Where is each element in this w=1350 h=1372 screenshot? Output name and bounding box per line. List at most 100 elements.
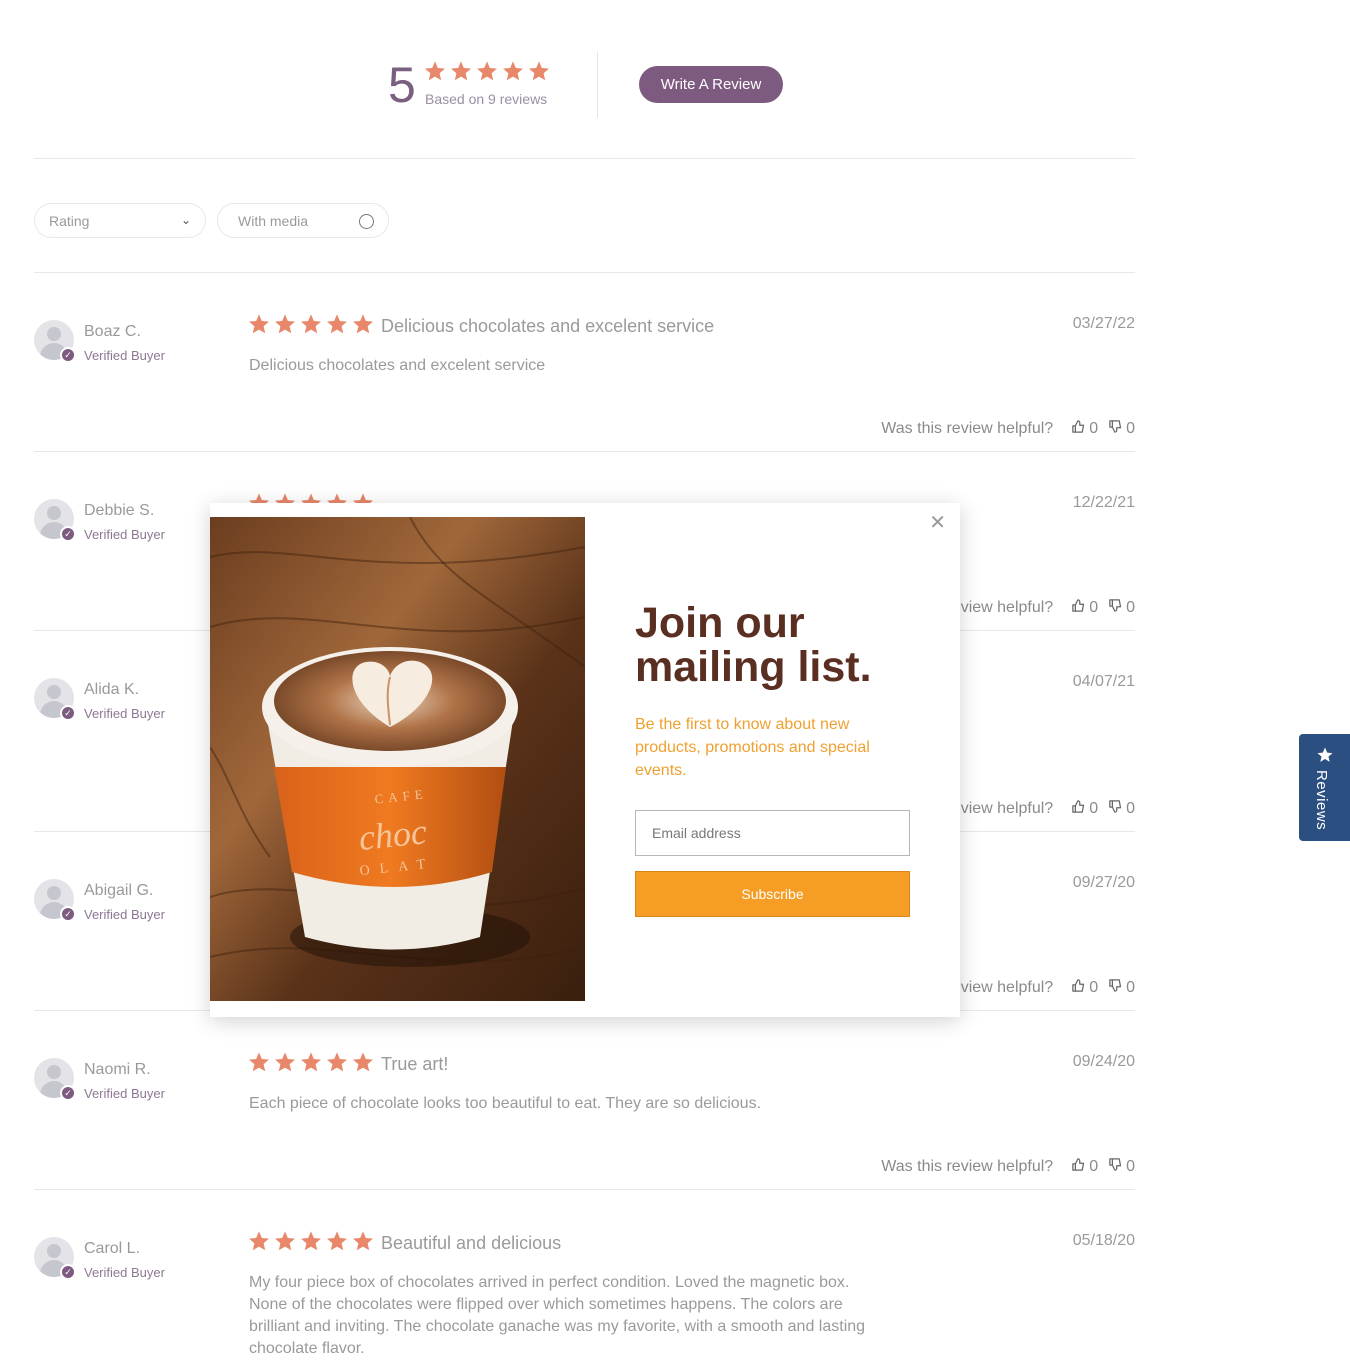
reviewer-name: Alida K. <box>84 681 140 698</box>
verified-check-icon: ✓ <box>60 705 76 721</box>
thumbs-up-icon <box>1071 419 1086 439</box>
summary-stars <box>424 60 550 87</box>
star-icon <box>528 60 550 87</box>
reviewer-name: Debbie S. <box>84 502 155 519</box>
star-icon <box>326 1051 348 1078</box>
star-icon <box>248 1230 270 1257</box>
review-count: Based on 9 reviews <box>425 91 548 107</box>
thumbs-down-button[interactable]: 0 <box>1108 598 1135 618</box>
review-date: 12/22/21 <box>1072 494 1135 511</box>
email-field[interactable] <box>635 810 910 856</box>
verified-buyer-label: Verified Buyer <box>84 907 165 922</box>
reviewer-name: Carol L. <box>84 1240 141 1257</box>
verified-buyer-label: Verified Buyer <box>84 527 165 542</box>
close-icon[interactable]: ✕ <box>929 513 946 533</box>
thumbs-up-icon <box>1071 799 1086 819</box>
thumbs-up-button[interactable]: 0 <box>1071 598 1098 618</box>
with-media-label: With media <box>238 212 309 229</box>
star-icon <box>1316 746 1334 769</box>
verified-check-icon: ✓ <box>60 526 76 542</box>
thumbs-up-icon <box>1071 598 1086 618</box>
thumbs-down-button[interactable]: 0 <box>1108 799 1135 819</box>
thumbs-down-icon <box>1108 1157 1123 1177</box>
thumbs-up-count: 0 <box>1089 420 1099 437</box>
helpful-vote: Was this review helpful? 0 0 <box>881 419 1135 439</box>
verified-check-icon: ✓ <box>60 906 76 922</box>
subscribe-button[interactable]: Subscribe <box>635 871 910 917</box>
thumbs-down-button[interactable]: 0 <box>1108 1157 1135 1177</box>
helpful-vote: Was this review helpful? 0 0 <box>881 1157 1135 1177</box>
review-stars <box>248 1051 374 1078</box>
verified-buyer-label: Verified Buyer <box>84 706 165 721</box>
mailing-list-popup: CAFE choc OLAT ✕ Join our mailing list. … <box>210 503 960 1017</box>
thumbs-up-button[interactable]: 0 <box>1071 799 1098 819</box>
star-icon <box>326 1230 348 1257</box>
helpful-question: Was this review helpful? <box>881 420 1054 437</box>
thumbs-down-button[interactable]: 0 <box>1108 978 1135 998</box>
thumbs-up-count: 0 <box>1089 1158 1099 1175</box>
thumbs-up-button[interactable]: 0 <box>1071 419 1098 439</box>
review-body: My four piece box of chocolates arrived … <box>249 1274 866 1357</box>
star-icon <box>476 60 498 87</box>
thumbs-down-count: 0 <box>1126 979 1135 996</box>
popup-subtitle: Be the first to know about new products,… <box>635 716 870 779</box>
verified-buyer-label: Verified Buyer <box>84 1086 165 1101</box>
helpful-question: Was this review helpful? <box>881 1158 1054 1175</box>
review-title: Delicious chocolates and excelent servic… <box>381 316 715 336</box>
review-separator <box>34 1189 1135 1190</box>
reviews-side-tab[interactable]: Reviews <box>1299 734 1350 841</box>
review-stars <box>248 313 374 340</box>
cup-choc-text: choc <box>357 811 429 858</box>
thumbs-up-icon <box>1071 1157 1086 1177</box>
star-icon <box>502 60 524 87</box>
review-date: 03/27/22 <box>1072 315 1135 332</box>
rating-filter-label: Rating <box>49 212 90 229</box>
filters-separator <box>34 272 1135 273</box>
summary-divider <box>597 52 598 118</box>
review-body: Delicious chocolates and excelent servic… <box>249 357 546 374</box>
write-review-button[interactable]: Write A Review <box>639 66 783 103</box>
with-media-filter[interactable]: With media <box>217 203 389 238</box>
thumbs-up-icon <box>1071 978 1086 998</box>
thumbs-down-icon <box>1108 419 1123 439</box>
thumbs-down-count: 0 <box>1126 1158 1135 1175</box>
reviewer-name: Naomi R. <box>84 1061 151 1078</box>
star-icon <box>248 1051 270 1078</box>
thumbs-up-button[interactable]: 0 <box>1071 1157 1098 1177</box>
reviews-summary: 5 Based on 9 reviews Write A Review <box>0 0 1350 160</box>
verified-buyer-label: Verified Buyer <box>84 348 165 363</box>
summary-separator <box>34 158 1135 159</box>
thumbs-down-button[interactable]: 0 <box>1108 419 1135 439</box>
coffee-cup-image: CAFE choc OLAT <box>210 517 585 1001</box>
thumbs-down-count: 0 <box>1126 599 1135 616</box>
star-icon <box>274 1230 296 1257</box>
review-separator <box>34 451 1135 452</box>
star-icon <box>352 1051 374 1078</box>
reviews-tab-label: Reviews <box>1313 770 1330 831</box>
star-icon <box>248 313 270 340</box>
review-date: 09/27/20 <box>1072 874 1135 891</box>
popup-title: Join our mailing list. <box>635 599 872 691</box>
rating-filter[interactable]: Rating ⌄ <box>34 203 206 238</box>
review-title: True art! <box>381 1054 449 1074</box>
thumbs-down-count: 0 <box>1126 420 1135 437</box>
star-icon <box>352 1230 374 1257</box>
review-title: Beautiful and delicious <box>381 1233 562 1253</box>
star-icon <box>300 1230 322 1257</box>
thumbs-up-count: 0 <box>1089 800 1099 817</box>
verified-buyer-label: Verified Buyer <box>84 1265 165 1280</box>
chevron-down-icon: ⌄ <box>180 213 191 227</box>
verified-check-icon: ✓ <box>60 347 76 363</box>
star-icon <box>326 313 348 340</box>
thumbs-up-button[interactable]: 0 <box>1071 978 1098 998</box>
thumbs-up-count: 0 <box>1089 979 1099 996</box>
reviewer-name: Boaz C. <box>84 323 141 340</box>
thumbs-down-count: 0 <box>1126 800 1135 817</box>
with-media-radio[interactable] <box>359 214 374 229</box>
thumbs-down-icon <box>1108 799 1123 819</box>
thumbs-up-count: 0 <box>1089 599 1099 616</box>
star-icon <box>300 313 322 340</box>
average-rating: 5 <box>388 57 416 113</box>
star-icon <box>274 1051 296 1078</box>
star-icon <box>300 1051 322 1078</box>
